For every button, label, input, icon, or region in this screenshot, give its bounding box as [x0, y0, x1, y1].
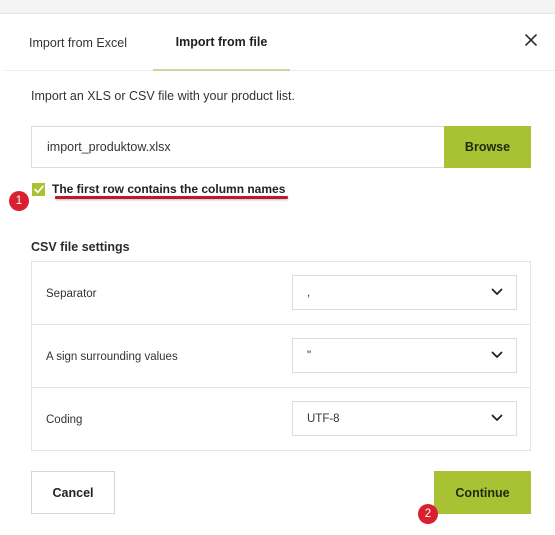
- annotation-badge-1: 1: [9, 191, 29, 211]
- surrounding-sign-row: A sign surrounding values ": [32, 325, 530, 388]
- separator-label: Separator: [46, 287, 97, 300]
- close-button[interactable]: [521, 30, 541, 50]
- separator-select[interactable]: ,: [292, 275, 517, 310]
- coding-value: UTF-8: [307, 412, 340, 425]
- cancel-button[interactable]: Cancel: [31, 471, 115, 514]
- background-strip: [0, 0, 555, 14]
- coding-select[interactable]: UTF-8: [292, 401, 517, 436]
- import-dialog: Import from Excel Import from file Impor…: [5, 14, 555, 535]
- intro-text: Import an XLS or CSV file with your prod…: [31, 89, 295, 103]
- csv-settings-title: CSV file settings: [31, 240, 130, 254]
- file-name-input[interactable]: [32, 127, 444, 167]
- browse-button[interactable]: Browse: [444, 126, 531, 168]
- first-row-header-checkbox[interactable]: [32, 183, 45, 196]
- first-row-header-label[interactable]: The first row contains the column names: [52, 182, 285, 196]
- tab-import-from-excel[interactable]: Import from Excel: [5, 14, 151, 71]
- surrounding-sign-value: ": [307, 349, 312, 362]
- coding-label: Coding: [46, 413, 83, 426]
- separator-row: Separator ,: [32, 262, 530, 325]
- checkmark-icon: [33, 185, 44, 194]
- separator-value: ,: [307, 286, 311, 299]
- chevron-down-icon: [491, 351, 503, 358]
- surrounding-sign-label: A sign surrounding values: [46, 350, 178, 363]
- tab-import-from-file[interactable]: Import from file: [153, 14, 290, 71]
- tab-bar: Import from Excel Import from file: [5, 14, 555, 71]
- annotation-underline: [55, 196, 288, 199]
- chevron-down-icon: [491, 414, 503, 421]
- annotation-badge-2: 2: [418, 504, 438, 524]
- file-picker: Browse: [31, 126, 531, 168]
- chevron-down-icon: [491, 288, 503, 295]
- coding-row: Coding UTF-8: [32, 388, 530, 451]
- close-icon: [525, 34, 537, 46]
- continue-button[interactable]: Continue: [434, 471, 531, 514]
- csv-settings-panel: Separator , A sign surrounding values " …: [31, 261, 531, 451]
- surrounding-sign-select[interactable]: ": [292, 338, 517, 373]
